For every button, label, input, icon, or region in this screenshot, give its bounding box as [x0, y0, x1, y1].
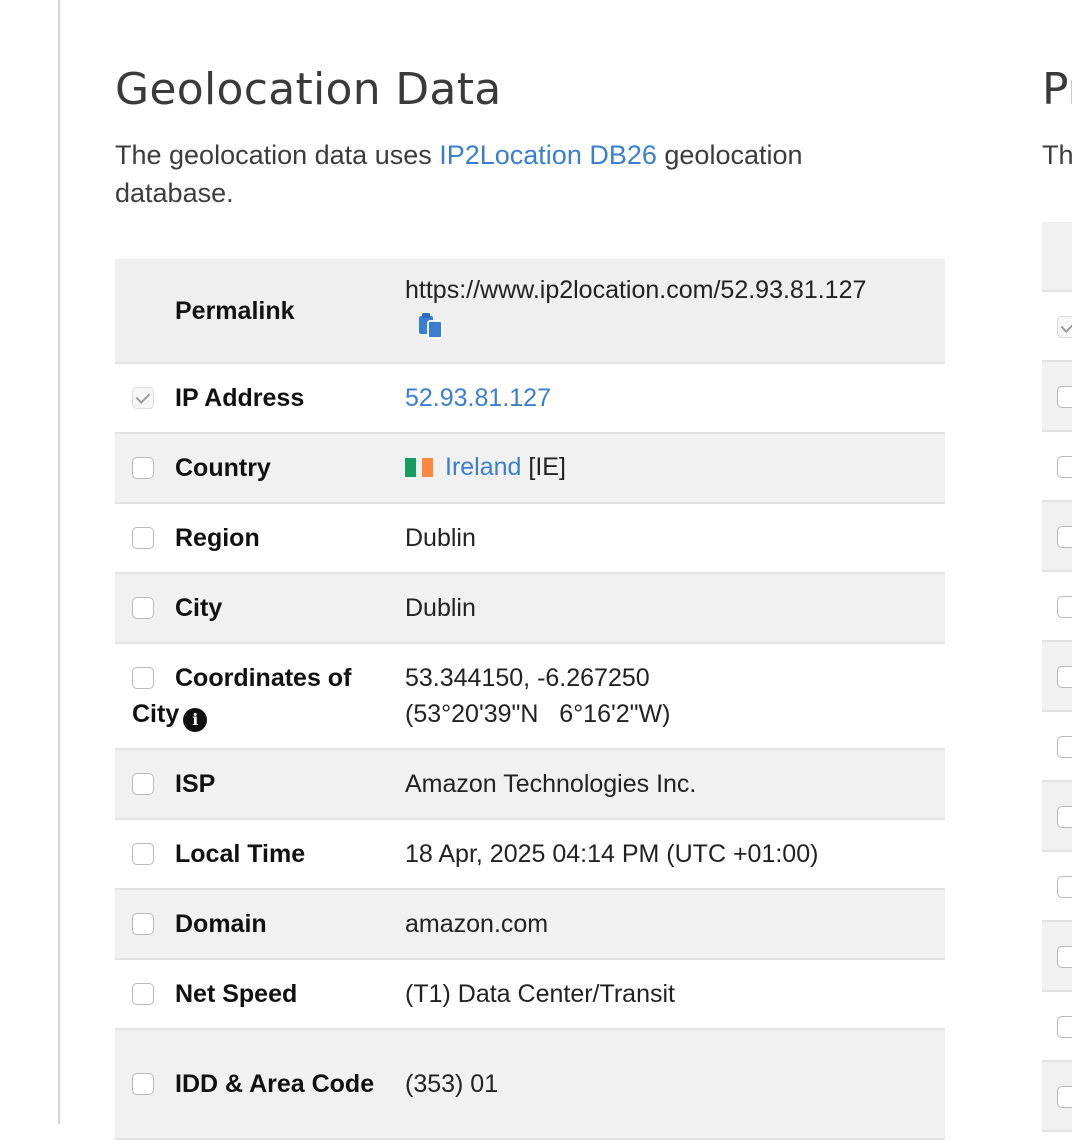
row-label-permalink: Permalink: [175, 296, 295, 325]
country-link[interactable]: Ireland: [445, 453, 521, 481]
local-time-checkbox[interactable]: [132, 843, 154, 865]
permalink-value: https://www.ip2location.com/52.93.81.127: [405, 275, 867, 304]
table-row: [1042, 432, 1072, 502]
coordinates-decimal: 53.344150, -6.267250: [405, 664, 650, 692]
row-label-city: City: [175, 594, 223, 622]
side-checkbox[interactable]: [1057, 1016, 1072, 1038]
table-row: [1042, 502, 1072, 572]
row-label-local-time: Local Time: [175, 840, 306, 868]
copy-icon[interactable]: [417, 312, 445, 350]
left-divider: [58, 0, 60, 1124]
table-row-idd-area-code: IDD & Area Code (353) 01: [115, 1029, 945, 1139]
label-cell: Permalink: [115, 259, 405, 363]
coordinates-checkbox[interactable]: [132, 667, 154, 689]
table-row-ip-address: IP Address 52.93.81.127: [115, 363, 945, 433]
side-checkbox[interactable]: [1057, 876, 1072, 898]
ip-address-checkbox[interactable]: [132, 387, 154, 409]
idd-checkbox[interactable]: [132, 1073, 154, 1095]
ireland-flag-icon: [405, 451, 439, 487]
table-row: [1042, 222, 1072, 292]
table-row: [1042, 292, 1072, 362]
table-row: [1042, 782, 1072, 852]
side-checkbox[interactable]: [1057, 456, 1072, 478]
ip-address-link[interactable]: 52.93.81.127: [405, 384, 551, 412]
side-table: [1042, 222, 1072, 1132]
geolocation-table: Permalink https://www.ip2location.com/52…: [115, 259, 945, 1140]
table-row-net-speed: Net Speed (T1) Data Center/Transit: [115, 959, 945, 1029]
table-row: [1042, 922, 1072, 992]
table-row: [1042, 1062, 1072, 1132]
table-row-local-time: Local Time 18 Apr, 2025 04:14 PM (UTC +0…: [115, 819, 945, 889]
side-checkbox[interactable]: [1057, 316, 1072, 338]
section-title: Geolocation Data: [115, 64, 502, 115]
region-checkbox[interactable]: [132, 527, 154, 549]
section-intro: The geolocation data uses IP2Location DB…: [115, 136, 915, 212]
net-speed-value: (T1) Data Center/Transit: [405, 980, 675, 1008]
table-row: [1042, 572, 1072, 642]
row-label-ip-address: IP Address: [175, 384, 305, 412]
table-row: [1042, 712, 1072, 782]
table-row-permalink: Permalink https://www.ip2location.com/52…: [115, 259, 945, 363]
table-row: [1042, 852, 1072, 922]
net-speed-checkbox[interactable]: [132, 983, 154, 1005]
table-row-country: Country Ireland [IE]: [115, 433, 945, 503]
row-label-isp: ISP: [175, 770, 216, 798]
side-checkbox[interactable]: [1057, 526, 1072, 548]
local-time-value: 18 Apr, 2025 04:14 PM (UTC +01:00): [405, 840, 819, 868]
table-row-domain: Domain amazon.com: [115, 889, 945, 959]
side-checkbox[interactable]: [1057, 1086, 1072, 1108]
isp-checkbox[interactable]: [132, 773, 154, 795]
city-value: Dublin: [405, 594, 476, 622]
country-checkbox[interactable]: [132, 457, 154, 479]
side-section-intro: Th: [1042, 140, 1072, 170]
domain-value: amazon.com: [405, 910, 549, 938]
row-label-country: Country: [175, 454, 271, 482]
value-cell: https://www.ip2location.com/52.93.81.127: [405, 259, 945, 363]
city-checkbox[interactable]: [132, 597, 154, 619]
info-icon[interactable]: i: [183, 708, 208, 732]
side-checkbox[interactable]: [1057, 666, 1072, 688]
idd-value: (353) 01: [405, 1070, 499, 1098]
domain-checkbox[interactable]: [132, 913, 154, 935]
side-section-title: Pr: [1042, 64, 1072, 115]
table-row-coordinates: Coordinates of City i 53.344150, -6.26725…: [115, 643, 945, 749]
intro-text: The geolocation data uses: [115, 140, 440, 170]
country-code: [IE]: [528, 453, 566, 481]
region-value: Dublin: [405, 524, 476, 552]
ip2location-db26-link[interactable]: IP2Location DB26: [439, 140, 657, 170]
side-checkbox[interactable]: [1057, 596, 1072, 618]
table-row: [1042, 992, 1072, 1062]
isp-value: Amazon Technologies Inc.: [405, 770, 697, 798]
row-label-coordinates: Coordinates of City: [132, 664, 352, 728]
side-checkbox[interactable]: [1057, 386, 1072, 408]
row-label-net-speed: Net Speed: [175, 980, 298, 1008]
side-checkbox[interactable]: [1057, 806, 1072, 828]
row-label-region: Region: [175, 524, 260, 552]
coordinates-dms: (53°20'39"N 6°16'2"W): [405, 700, 671, 728]
table-row-region: Region Dublin: [115, 503, 945, 573]
table-row: [1042, 642, 1072, 712]
side-checkbox[interactable]: [1057, 736, 1072, 758]
row-label-domain: Domain: [175, 910, 267, 938]
table-row-isp: ISP Amazon Technologies Inc.: [115, 749, 945, 819]
side-checkbox[interactable]: [1057, 946, 1072, 968]
row-label-idd: IDD & Area Code: [175, 1070, 375, 1098]
table-row-city: City Dublin: [115, 573, 945, 643]
table-row: [1042, 362, 1072, 432]
